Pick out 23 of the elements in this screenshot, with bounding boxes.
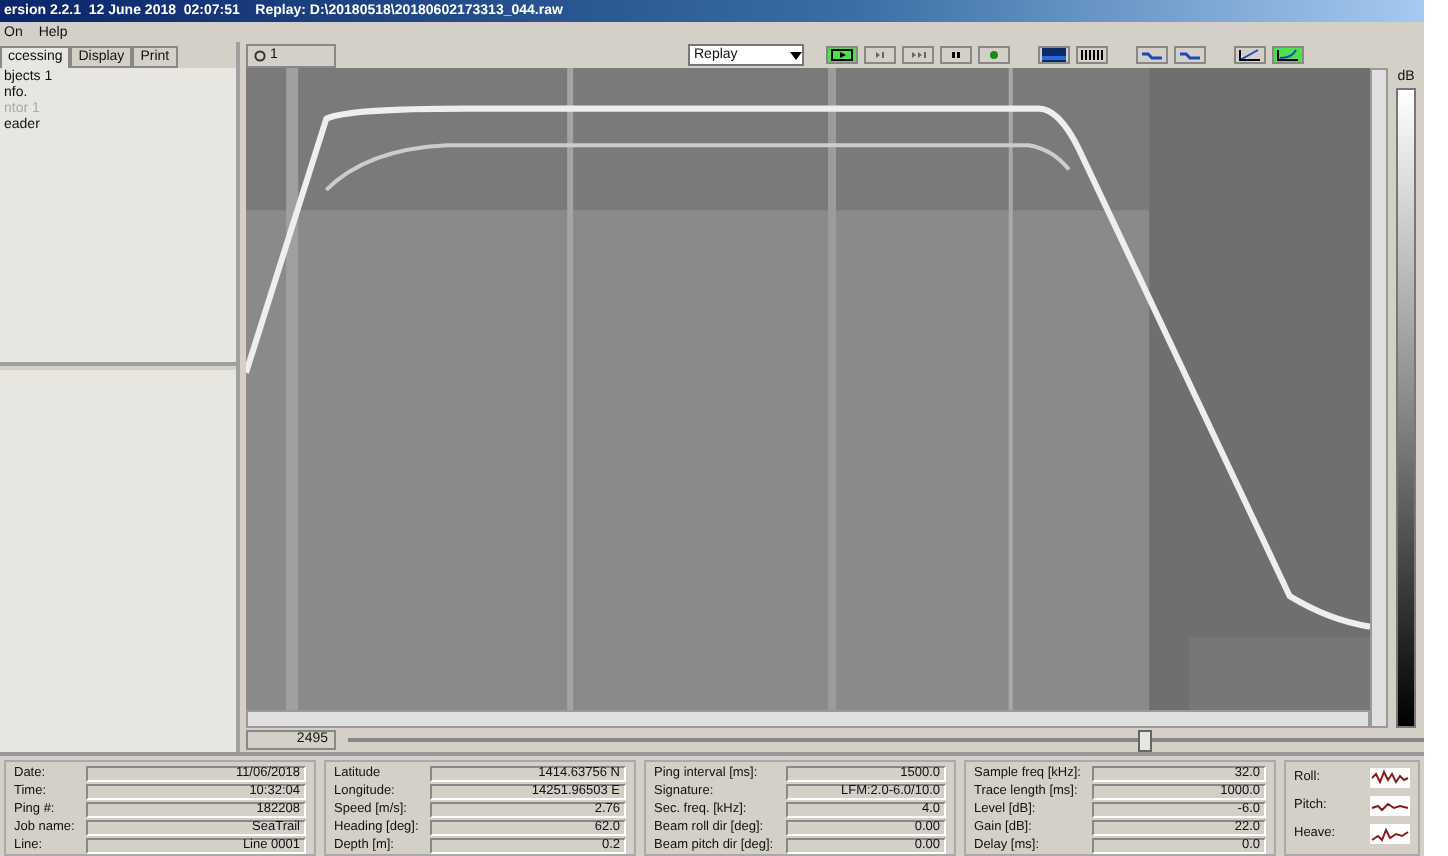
fast-forward-icon — [906, 48, 930, 62]
position-slider-track[interactable] — [348, 729, 1424, 751]
horizontal-scrollbar[interactable] — [246, 710, 1370, 728]
motion-graph — [1370, 824, 1410, 844]
slider-thumb[interactable] — [1138, 729, 1153, 751]
toolbar-button[interactable] — [1272, 46, 1304, 64]
toolbar-button[interactable] — [826, 46, 858, 64]
toolbar-button[interactable] — [1234, 46, 1266, 64]
circle-icon — [254, 49, 266, 61]
wave-icon — [1140, 48, 1164, 62]
wave-icon — [1178, 48, 1202, 62]
line-chart-icon — [1238, 48, 1262, 62]
spectrum-icon — [1042, 48, 1066, 62]
curve-chart-icon — [1276, 48, 1300, 62]
vertical-scrollbar[interactable] — [1370, 68, 1388, 728]
toolbar-button[interactable] — [940, 46, 972, 64]
motion-graph — [1370, 768, 1410, 788]
motion-graph — [1370, 796, 1410, 816]
caret-icon — [790, 51, 802, 59]
toolbar-button[interactable] — [1038, 46, 1070, 64]
bars-icon — [1080, 48, 1104, 62]
play-icon — [830, 48, 854, 62]
toolbar-button[interactable] — [1076, 46, 1108, 64]
